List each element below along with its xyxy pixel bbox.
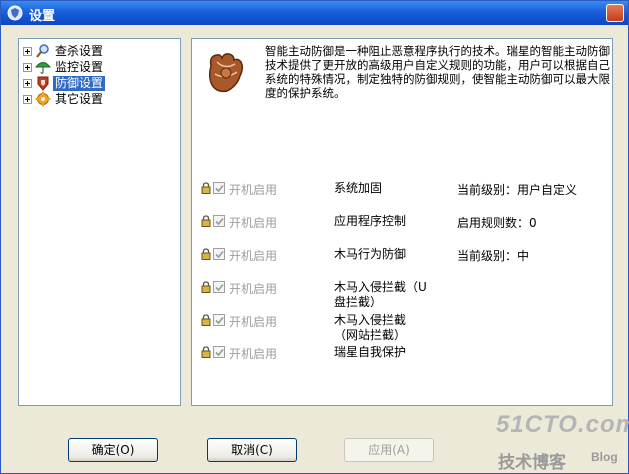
rule-status: 当前级别：用户自定义	[457, 183, 578, 197]
gear-settings-icon	[35, 91, 51, 107]
startup-enable-checkbox[interactable]	[213, 346, 225, 358]
startup-enable-label: 开机启用	[229, 249, 278, 263]
lock-icon	[201, 314, 211, 326]
expand-icon[interactable]	[23, 94, 32, 104]
tree-item-scan[interactable]: 查杀设置	[23, 43, 105, 59]
settings-window: 设置 查杀设置 监控设置 防御设置 其它设置 智能主动防御是一种阻止恶意程序执行…	[0, 0, 629, 474]
startup-enable-label: 开机启用	[229, 183, 278, 197]
lock-icon	[201, 281, 211, 293]
startup-enable-checkbox[interactable]	[213, 314, 225, 326]
startup-enable-checkbox[interactable]	[213, 182, 225, 194]
startup-enable-label: 开机启用	[229, 216, 278, 230]
scan-magnifier-icon	[36, 44, 49, 58]
tree-item-monitor[interactable]: 监控设置	[23, 59, 105, 75]
cancel-button[interactable]: 取消(C)	[207, 438, 297, 462]
rule-name-link[interactable]: 应用程序控制	[334, 214, 429, 229]
lock-icon	[201, 346, 211, 358]
app-shield-icon	[7, 5, 23, 21]
rule-row-web-intercept: 开机启用 木马入侵拦截（网站拦截）	[192, 313, 612, 342]
tree-label-defense: 防御设置	[53, 75, 106, 91]
baseball-glove-icon	[208, 53, 244, 93]
close-button[interactable]	[606, 4, 624, 22]
tree-label-other: 其它设置	[55, 91, 104, 106]
tree-item-defense[interactable]: 防御设置	[23, 75, 106, 91]
lock-icon	[201, 248, 211, 260]
dialog-body: 查杀设置 监控设置 防御设置 其它设置 智能主动防御是一种阻止恶意程序执行的技术…	[4, 27, 625, 472]
lock-icon	[201, 215, 211, 227]
window-title: 设置	[29, 9, 56, 24]
rule-status: 启用规则数：0	[457, 216, 537, 230]
tree-item-other[interactable]: 其它设置	[23, 91, 105, 107]
rule-row-usb-intercept: 开机启用 木马入侵拦截（U盘拦截）	[192, 280, 612, 309]
rule-status: 当前级别：中	[457, 249, 530, 263]
rule-name-link[interactable]: 木马入侵拦截（网站拦截）	[334, 313, 429, 343]
defense-settings-panel: 智能主动防御是一种阻止恶意程序执行的技术。瑞星的智能主动防御技术提供了更开放的高…	[191, 38, 613, 406]
rule-row-system-hardening: 开机启用 系统加固 当前级别：用户自定义	[192, 181, 612, 197]
expand-icon[interactable]	[23, 78, 32, 88]
startup-enable-label: 开机启用	[229, 347, 278, 361]
startup-enable-checkbox[interactable]	[213, 281, 225, 293]
tree-label-monitor: 监控设置	[55, 59, 104, 74]
umbrella-monitor-icon	[35, 62, 51, 74]
rule-name-link[interactable]: 系统加固	[334, 181, 429, 196]
rule-row-app-control: 开机启用 应用程序控制 启用规则数：0	[192, 214, 612, 230]
expand-icon[interactable]	[23, 62, 32, 72]
watermark-blog: Blog	[591, 450, 618, 464]
startup-enable-checkbox[interactable]	[213, 215, 225, 227]
watermark-site: 51CTO.com	[496, 411, 629, 438]
startup-enable-checkbox[interactable]	[213, 248, 225, 260]
lock-icon	[201, 182, 211, 194]
watermark-tech-blog: 技术博客	[498, 453, 566, 473]
defense-shield-icon	[37, 76, 49, 91]
apply-button[interactable]: 应用(A)	[344, 438, 434, 462]
startup-enable-label: 开机启用	[229, 315, 278, 329]
tree-label-scan: 查杀设置	[55, 43, 104, 58]
rule-row-trojan-behavior: 开机启用 木马行为防御 当前级别：中	[192, 247, 612, 263]
startup-enable-label: 开机启用	[229, 282, 278, 296]
settings-tree: 查杀设置 监控设置 防御设置 其它设置	[18, 38, 181, 406]
ok-button[interactable]: 确定(O)	[68, 438, 158, 462]
rule-name-link[interactable]: 瑞星自我保护	[334, 345, 429, 360]
defense-description: 智能主动防御是一种阻止恶意程序执行的技术。瑞星的智能主动防御技术提供了更开放的高…	[265, 44, 610, 100]
title-bar[interactable]: 设置	[1, 1, 628, 25]
rule-name-link[interactable]: 木马行为防御	[334, 247, 429, 262]
expand-icon[interactable]	[23, 46, 32, 56]
rule-name-link[interactable]: 木马入侵拦截（U盘拦截）	[334, 280, 429, 310]
rule-row-self-protection: 开机启用 瑞星自我保护	[192, 345, 612, 361]
